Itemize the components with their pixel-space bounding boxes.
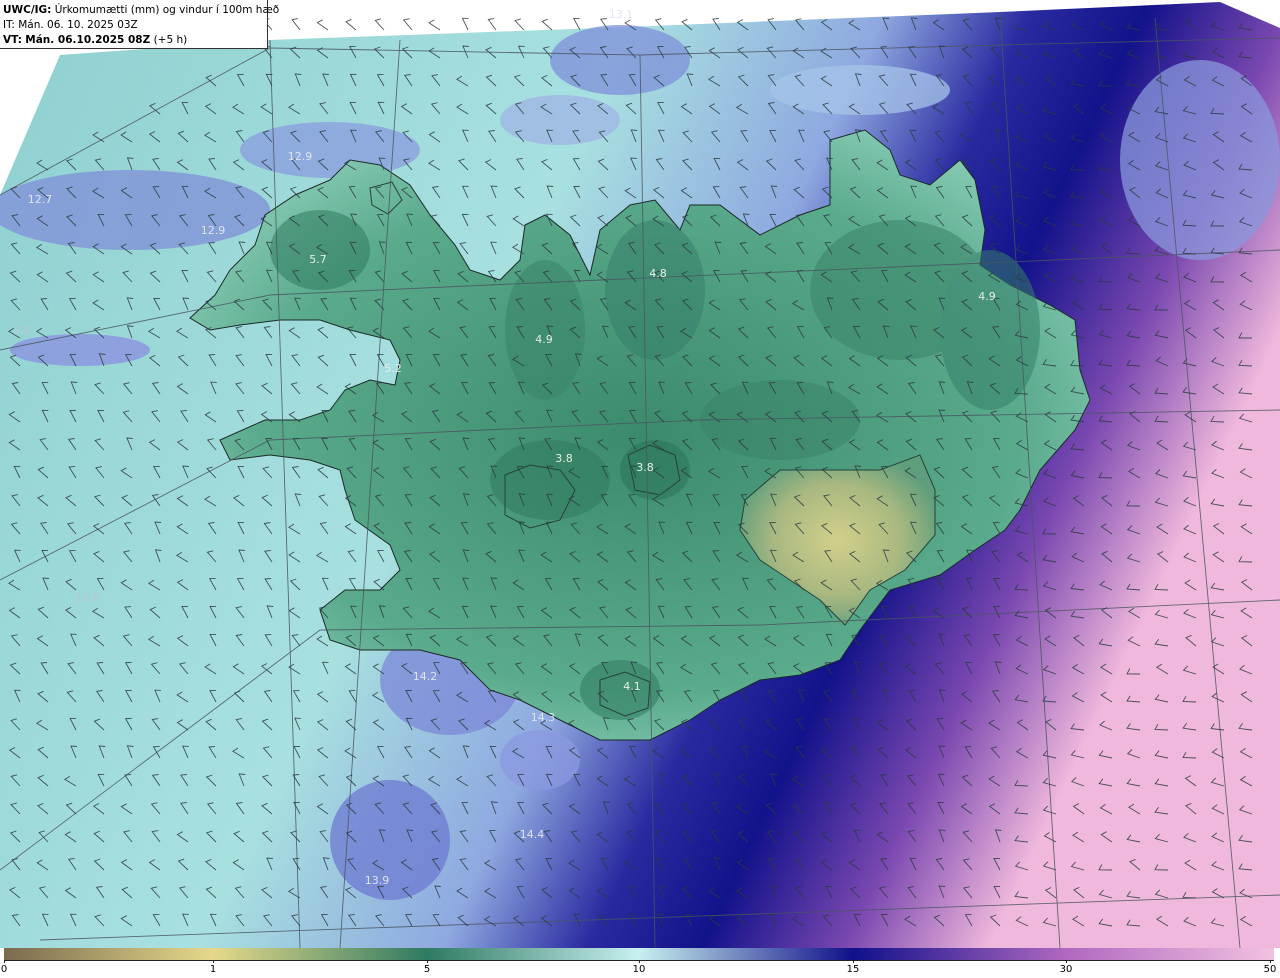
value-label: 2.0 <box>13 324 31 337</box>
colorbar-tick-label: 0 <box>0 964 8 975</box>
map-info-box: UWC/IG: Úrkomumætti (mm) og vindur í 100… <box>0 0 279 49</box>
valid-time-label: VT: <box>3 34 22 46</box>
wind-barb <box>316 19 329 31</box>
colorbar-tick-label: 5 <box>423 964 431 975</box>
value-label: 5.2 <box>384 362 402 375</box>
value-label: 4.1 <box>623 680 641 693</box>
value-label: 3.8 <box>636 461 654 474</box>
colorbar-legend: 0 1 5 10 15 30 50 <box>0 948 1280 978</box>
wind-barb <box>572 17 581 31</box>
colorbar-tick-label: 10 <box>632 964 646 975</box>
colorbar-tick-label: 15 <box>846 964 860 975</box>
value-label: 4.8 <box>649 267 667 280</box>
value-label: 14.3 <box>531 711 556 724</box>
value-label: 14.2 <box>413 670 438 683</box>
wind-barb <box>541 18 553 31</box>
value-label: 4.9 <box>978 290 996 303</box>
colorbar-tick-mark <box>213 960 214 963</box>
colorbar-tick-mark <box>4 960 5 963</box>
value-label: 13.9 <box>365 874 390 887</box>
title-row: UWC/IG: Úrkomumætti (mm) og vindur í 100… <box>3 3 279 18</box>
value-label: 10.6 <box>76 591 101 604</box>
value-label: 12.9 <box>201 224 226 237</box>
colorbar-tick-label: 1 <box>209 964 217 975</box>
valid-time-row: VT: Mán. 06.10.2025 08Z (+5 h) <box>3 33 267 48</box>
map-title: Úrkomumætti (mm) og vindur í 100m hæð <box>54 4 280 16</box>
value-label: 3.8 <box>555 452 573 465</box>
wind-barb <box>402 18 413 31</box>
value-label: 12.7 <box>28 193 53 206</box>
wind-barb <box>514 18 525 31</box>
value-label: 5.7 <box>309 253 327 266</box>
value-label: 12.9 <box>288 150 313 163</box>
wind-barb <box>461 17 469 31</box>
issue-time: IT: Mán. 06. 10. 2025 03Z <box>3 19 138 31</box>
wind-barb <box>345 18 357 31</box>
value-label: 14.4 <box>520 828 545 841</box>
wind-barb <box>428 19 441 31</box>
colorbar-tick-mark <box>853 960 854 963</box>
wind-barb <box>374 18 385 31</box>
colorbar-tick-label: 30 <box>1059 964 1073 975</box>
colorbar-tick-mark <box>1066 960 1067 963</box>
colorbar-tick-mark <box>1270 960 1271 963</box>
value-label: 13.1 <box>609 8 634 21</box>
colorbar-tick-label: 50 <box>1263 964 1277 975</box>
forecast-map: 13.1 12.9 12.7 12.9 5.7 4.8 4.9 4.9 5.2 3.8 3.8 4.1… <box>0 0 1280 948</box>
model-prefix: UWC/IG: <box>3 4 52 16</box>
map-canvas: 13.1 12.9 12.7 12.9 5.7 4.8 4.9 4.9 5.2 3.8 3.8 4.1… <box>0 2 1280 948</box>
wind-barb <box>291 18 301 31</box>
valid-time-value: Mán. 06.10.2025 08Z <box>25 34 151 46</box>
colorbar-tick-mark <box>639 960 640 963</box>
value-label: 4.9 <box>535 333 553 346</box>
colorbar-tick-mark <box>427 960 428 963</box>
wind-barb <box>487 18 497 31</box>
valid-time-offset: (+5 h) <box>153 34 188 46</box>
